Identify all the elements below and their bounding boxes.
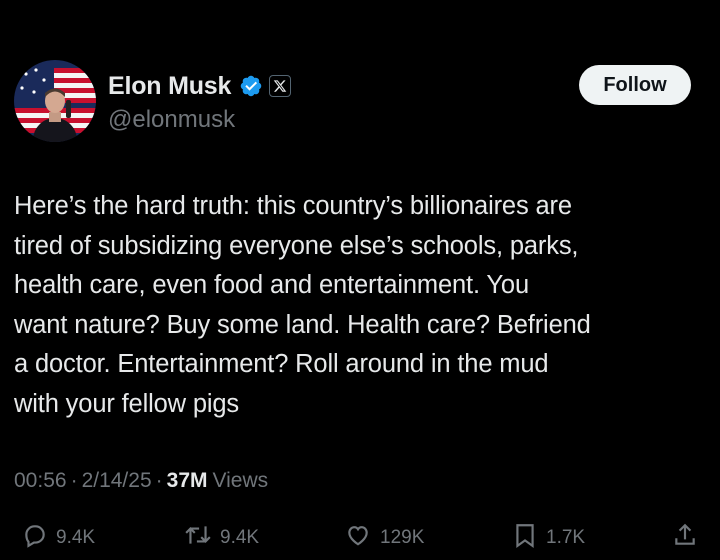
reply-count: 9.4K (56, 527, 96, 548)
post-text: Here’s the hard truth: this country’s bi… (14, 192, 591, 418)
reply-button[interactable]: 9.4K (22, 522, 95, 549)
share-button[interactable] (672, 522, 698, 548)
author-name-row: Elon Musk (108, 69, 292, 103)
views-label: Views (212, 469, 269, 492)
meta-separator: · (70, 469, 78, 492)
like-button[interactable]: 129K (344, 522, 424, 549)
post-date[interactable]: 2/14/25 (82, 469, 152, 493)
x-logo-icon (269, 75, 292, 97)
like-count: 129K (380, 527, 425, 548)
bookmark-button[interactable]: 1.7K (512, 522, 585, 549)
bookmark-count: 1.7K (546, 527, 586, 548)
views-count: 37M (166, 469, 208, 492)
share-icon (675, 523, 695, 545)
follow-button[interactable]: Follow (579, 65, 691, 105)
author-display-name[interactable]: Elon Musk (108, 72, 231, 101)
reply-icon (25, 525, 45, 548)
author-handle[interactable]: @elonmusk (108, 106, 235, 134)
repost-count: 9.4K (220, 527, 260, 548)
post-time[interactable]: 00:56 (14, 469, 67, 493)
bookmark-icon (516, 524, 534, 548)
avatar-image (14, 60, 96, 142)
repost-button[interactable]: 9.4K (184, 522, 259, 549)
avatar[interactable] (14, 60, 96, 142)
verified-badge-icon (240, 75, 262, 97)
heart-icon (348, 526, 368, 546)
post-meta: 00:56 · 2/14/25 · 37M Views (14, 469, 268, 493)
repost-icon (185, 526, 211, 544)
action-bar: 9.4K 9.4K 129K 1.7K (0, 522, 720, 560)
meta-separator: · (155, 469, 163, 492)
